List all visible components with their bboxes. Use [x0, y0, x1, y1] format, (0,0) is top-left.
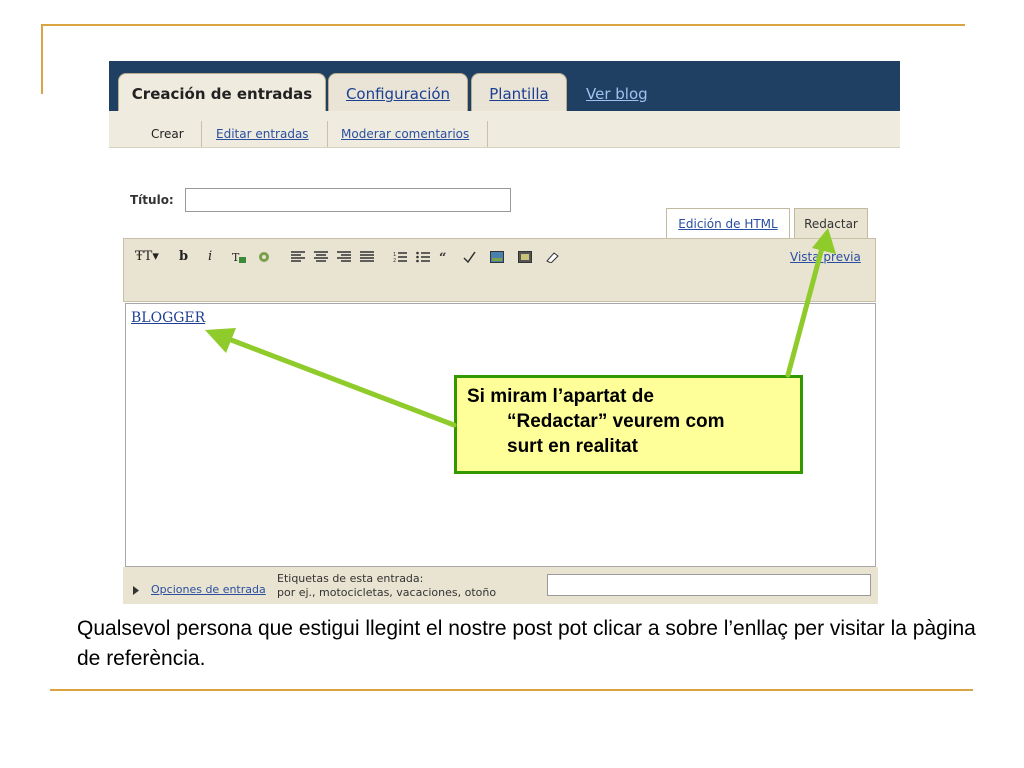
- arrow-to-redactar-tab: [785, 228, 836, 378]
- slide-caption: Qualsevol persona que estigui llegint el…: [77, 617, 976, 670]
- arrow-to-blogger-link: [205, 328, 457, 428]
